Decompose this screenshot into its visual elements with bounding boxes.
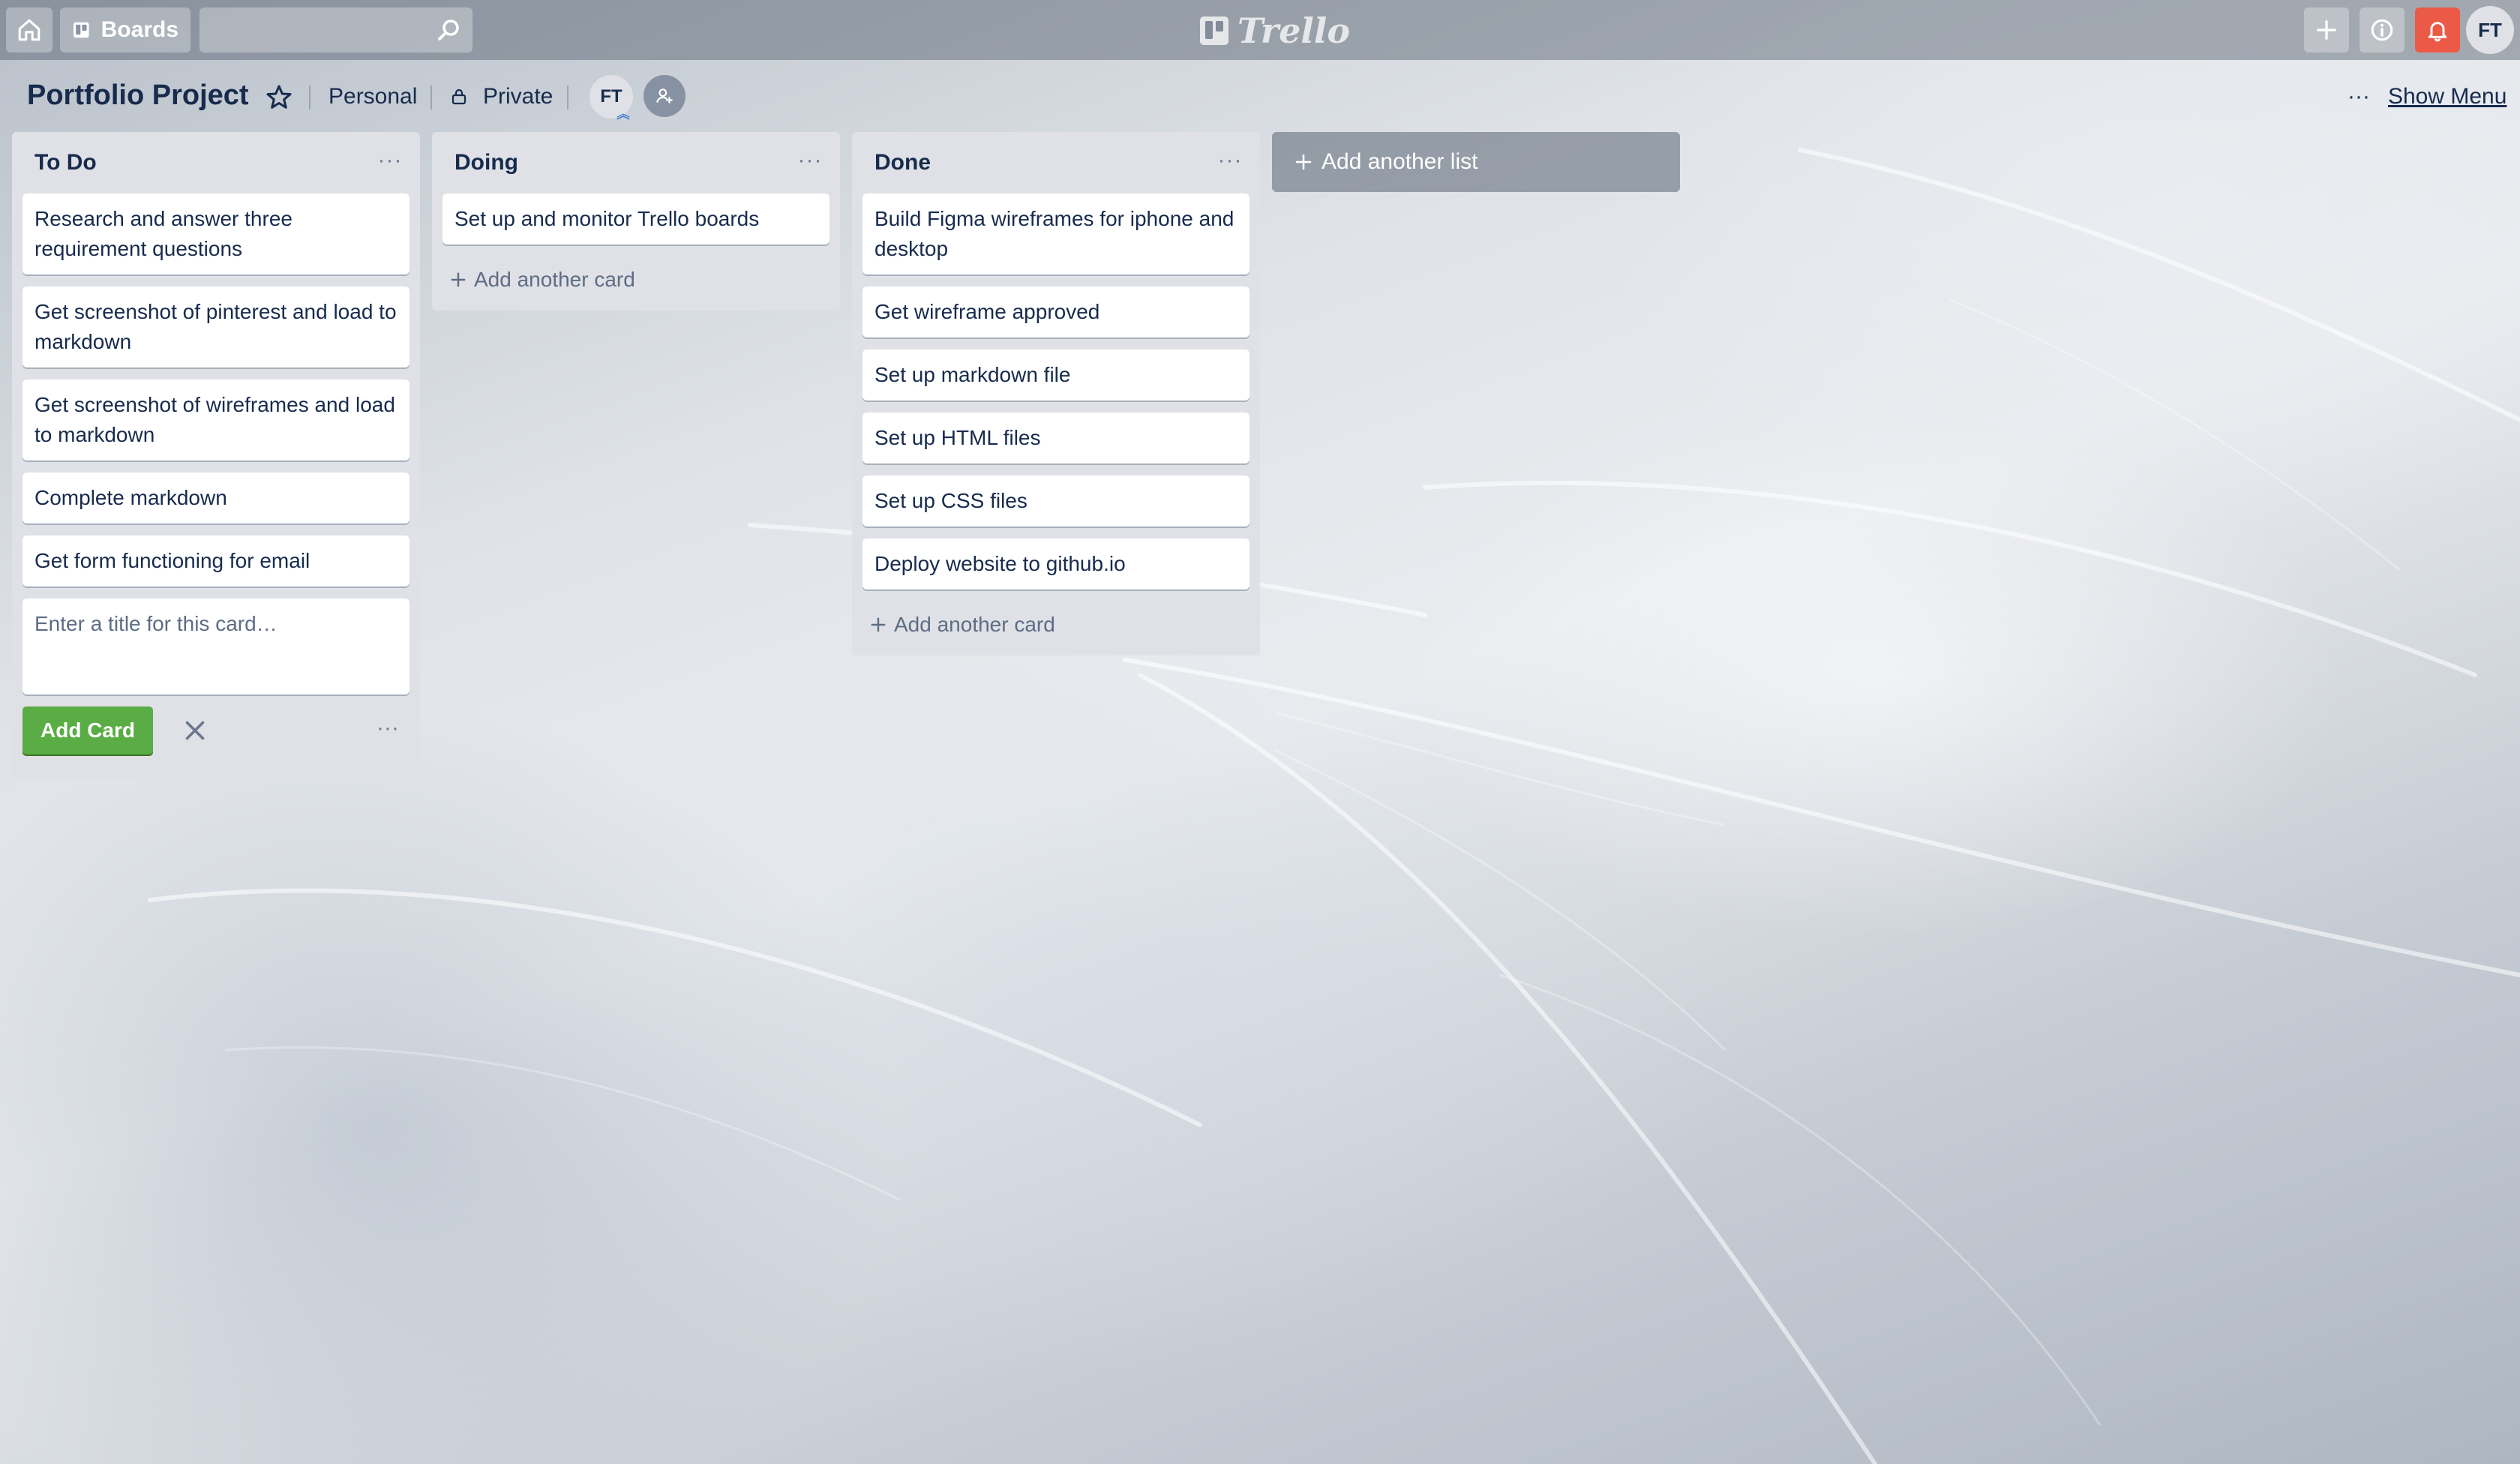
card[interactable]: Get wireframe approved: [862, 286, 1250, 338]
card[interactable]: Set up CSS files: [862, 476, 1250, 526]
list-title[interactable]: Doing: [454, 150, 518, 176]
card[interactable]: Get screenshot of wireframes and load to…: [22, 380, 410, 460]
add-another-card-button[interactable]: Add another card: [862, 602, 1250, 648]
info-button[interactable]: [2360, 8, 2404, 52]
search-box[interactable]: [200, 8, 472, 52]
home-button[interactable]: [6, 8, 52, 52]
card[interactable]: Get screenshot of pinterest and load to …: [22, 286, 410, 368]
card[interactable]: Deploy website to github.io: [862, 538, 1250, 590]
plus-icon: [2317, 20, 2336, 40]
show-menu-label: Show Menu: [2387, 84, 2507, 109]
notifications-button[interactable]: [2415, 8, 2460, 52]
add-another-card-button[interactable]: Add another card: [442, 256, 830, 303]
add-card-label: Add another card: [894, 613, 1055, 636]
board-title[interactable]: Portfolio Project: [27, 80, 249, 112]
list-header: Doing ···: [432, 132, 840, 194]
plus-icon: [871, 617, 886, 632]
more-icon: ···: [2348, 84, 2370, 109]
card[interactable]: Set up markdown file: [862, 350, 1250, 400]
add-member-icon: [656, 88, 673, 104]
add-list-label: Add another list: [1322, 149, 1478, 174]
divider: [567, 86, 568, 110]
list-done: Done ··· Build Figma wireframes for ipho…: [852, 132, 1260, 656]
lock-icon: [452, 88, 466, 105]
list-header: To Do ···: [12, 132, 420, 194]
composer-more-icon[interactable]: ···: [376, 716, 399, 741]
divider: [309, 86, 310, 110]
card[interactable]: Build Figma wireframes for iphone and de…: [862, 194, 1250, 274]
card[interactable]: Complete markdown: [22, 472, 410, 524]
admin-chevron-icon: ︽: [616, 106, 630, 122]
list-header: Done ···: [852, 132, 1260, 194]
composer-controls: Add Card ···: [22, 706, 410, 765]
boards-label: Boards: [100, 17, 178, 42]
divider: [430, 86, 432, 110]
list-menu-icon[interactable]: ···: [374, 146, 406, 176]
card[interactable]: Set up and monitor Trello boards: [442, 194, 830, 244]
plus-icon: [1295, 154, 1312, 170]
search-icon[interactable]: [435, 16, 462, 44]
top-header: Boards Trello FT: [0, 0, 2520, 60]
close-icon[interactable]: [182, 717, 208, 744]
board-icon: [74, 22, 89, 38]
trello-logo-text: Trello: [1238, 10, 1351, 51]
search-input[interactable]: [200, 8, 472, 52]
list-doing: Doing ··· Set up and monitor Trello boar…: [432, 132, 840, 310]
card[interactable]: Research and answer three requirement qu…: [22, 194, 410, 274]
user-avatar[interactable]: FT: [2466, 6, 2514, 54]
star-icon[interactable]: [264, 82, 294, 112]
list-title[interactable]: To Do: [34, 150, 97, 176]
visibility-label: Private: [483, 84, 554, 109]
list-title[interactable]: Done: [874, 150, 931, 176]
boards-button[interactable]: Boards: [60, 8, 190, 52]
card-composer[interactable]: [22, 598, 410, 694]
show-menu-button[interactable]: ··· Show Menu: [2348, 84, 2506, 110]
list-menu-icon[interactable]: ···: [794, 146, 826, 176]
invite-button[interactable]: [644, 75, 686, 117]
add-card-label: Add another card: [474, 268, 635, 291]
add-card-button[interactable]: Add Card: [22, 706, 153, 754]
add-another-list-button[interactable]: Add another list: [1272, 132, 1680, 192]
card[interactable]: Set up HTML files: [862, 412, 1250, 464]
card-title-input[interactable]: [22, 598, 410, 694]
visibility-button[interactable]: Private: [450, 84, 553, 110]
list-todo: To Do ··· Research and answer three requ…: [12, 132, 420, 778]
list-menu-icon[interactable]: ···: [1214, 146, 1246, 176]
plus-icon: [451, 272, 466, 287]
team-button[interactable]: Personal: [328, 84, 417, 110]
trello-logo-icon: [1200, 16, 1228, 45]
card[interactable]: Get form functioning for email: [22, 536, 410, 586]
create-button[interactable]: [2304, 8, 2349, 52]
board-header: Portfolio Project Personal Private FT ︽ …: [0, 66, 2520, 126]
info-icon: [2371, 19, 2393, 41]
trello-logo[interactable]: Trello: [1200, 10, 1350, 51]
home-icon: [18, 19, 40, 41]
bell-icon: [2428, 22, 2447, 42]
